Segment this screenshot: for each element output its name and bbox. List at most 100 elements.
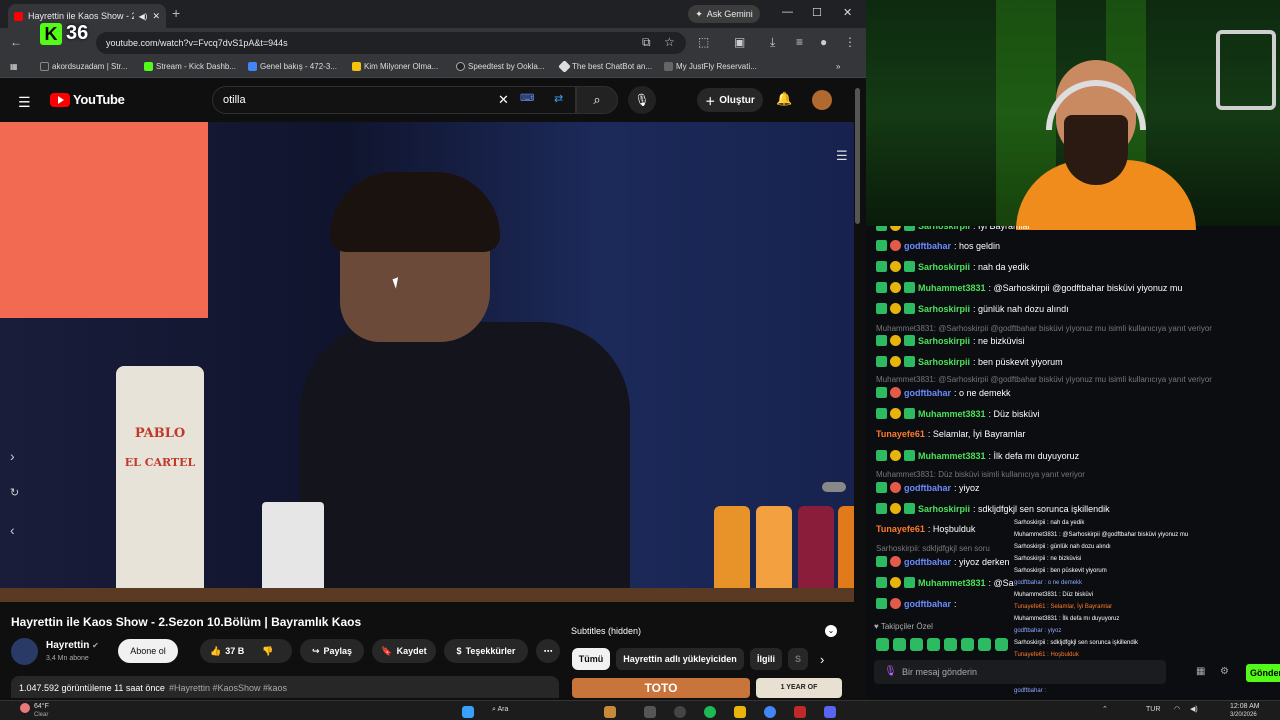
chapters-icon[interactable]: ☰: [836, 148, 848, 164]
maximize-icon[interactable]: ☐: [812, 6, 822, 19]
back-icon[interactable]: ←: [10, 35, 22, 49]
spotify-icon[interactable]: [704, 706, 716, 718]
more-actions-button[interactable]: ⋯: [536, 639, 560, 663]
profile-icon[interactable]: ●: [820, 35, 827, 49]
tray-chevron-icon[interactable]: ⌃: [1102, 705, 1108, 713]
file-explorer-icon[interactable]: [734, 706, 746, 718]
bookmark-item[interactable]: The best ChatBot an...: [558, 60, 652, 73]
video-player[interactable]: PABLO EL CARTEL ☰ › ↻ ‹: [0, 122, 854, 602]
related-video-thumbnail[interactable]: 1 YEAR OF: [756, 678, 842, 698]
chat-username[interactable]: Sarhoskirpii: [918, 226, 970, 231]
subscribe-button[interactable]: Abone ol: [118, 639, 178, 663]
chat-username[interactable]: Sarhoskirpii: [918, 504, 970, 514]
chat-message[interactable]: Sarhoskirpii: sdkljdfgkjl sen sorunca iş…: [876, 503, 1110, 514]
emote-icon[interactable]: [944, 638, 957, 651]
minimize-icon[interactable]: —: [782, 6, 793, 18]
chat-input[interactable]: Bir mesaj gönderin: [874, 660, 1166, 684]
wifi-icon[interactable]: ◠: [1174, 705, 1180, 713]
chat-message[interactable]: Sarhoskirpii: İyi Bayramlar: [876, 226, 1031, 231]
chips-next-icon[interactable]: ›: [820, 652, 824, 667]
more-bookmarks-icon[interactable]: »: [836, 62, 840, 71]
github-icon[interactable]: [674, 706, 686, 718]
close-window-icon[interactable]: ✕: [843, 6, 852, 19]
apps-icon[interactable]: ▦: [10, 62, 18, 71]
chat-username[interactable]: Tunayefe61: [876, 524, 925, 534]
like-icon[interactable]: 👍: [210, 646, 221, 657]
save-button[interactable]: 🔖 Kaydet: [372, 639, 436, 663]
chat-username[interactable]: Muhammet3831: [918, 451, 986, 461]
youtube-logo[interactable]: YouTube: [50, 92, 125, 107]
weather-temp[interactable]: 64°F: [34, 703, 49, 710]
windows-start-icon[interactable]: [462, 706, 474, 718]
bookmark-star-icon[interactable]: ☆: [664, 35, 675, 49]
voice-search-button[interactable]: 🎙: [628, 86, 656, 114]
hashtags[interactable]: #Hayrettin #KaosShow #kaos: [169, 683, 287, 693]
chat-message[interactable]: Muhammet3831: @Sa: [876, 577, 1014, 588]
emote-icon[interactable]: [961, 638, 974, 651]
chip-related[interactable]: İlgili: [750, 648, 782, 670]
tab-close-icon[interactable]: ✕: [152, 11, 160, 22]
description-box[interactable]: 1.047.592 görüntüleme 11 saat önce #Hayre…: [11, 676, 559, 698]
prev-arrow-icon[interactable]: ‹: [10, 522, 15, 538]
volume-icon[interactable]: ◀): [1190, 705, 1198, 713]
chat-message[interactable]: godftbahar: hos geldin: [876, 240, 1000, 251]
settings-gear-icon[interactable]: ⚙: [1220, 666, 1229, 677]
download-icon[interactable]: ⤓: [770, 35, 775, 50]
bookmark-item[interactable]: My JustFly Reservati...: [664, 62, 757, 71]
chip-more[interactable]: S: [788, 648, 808, 670]
page-scrollbar[interactable]: [855, 88, 860, 224]
clear-search-icon[interactable]: ✕: [498, 92, 509, 108]
autoplay-toggle[interactable]: [822, 482, 846, 492]
chat-username[interactable]: Muhammet3831: [918, 578, 986, 588]
bookmark-item[interactable]: Speedtest by Ookla...: [456, 62, 545, 71]
discord-icon[interactable]: [824, 706, 836, 718]
menu-list-icon[interactable]: ≡: [796, 35, 803, 49]
chat-message[interactable]: Sarhoskirpii: ben püskevit yiyorum: [876, 356, 1063, 367]
new-tab-button[interactable]: +: [172, 5, 180, 21]
emote-icon[interactable]: [927, 638, 940, 651]
chat-username[interactable]: Sarhoskirpii: [918, 304, 970, 314]
search-button[interactable]: ⌕: [576, 86, 618, 114]
channel-avatar[interactable]: [11, 638, 38, 665]
chat-message[interactable]: godftbahar: o ne demekk: [876, 387, 1011, 398]
account-avatar[interactable]: [812, 90, 832, 110]
task-view-icon[interactable]: [644, 706, 656, 718]
chat-username[interactable]: godftbahar: [904, 241, 951, 251]
chat-message[interactable]: godftbahar: yiyoz: [876, 482, 980, 493]
chat-message[interactable]: Sarhoskirpii: ne bizküvisi: [876, 335, 1025, 346]
replay-icon[interactable]: ↻: [10, 486, 19, 499]
extensions-icon[interactable]: ⬚: [698, 35, 709, 49]
chip-all[interactable]: Tümü: [572, 648, 610, 670]
chat-message[interactable]: godftbahar: yiyoz derken: [876, 556, 1010, 567]
chat-username[interactable]: Sarhoskirpii: [918, 336, 970, 346]
chat-message[interactable]: Sarhoskirpii: nah da yedik: [876, 261, 1029, 272]
obs-icon[interactable]: [794, 706, 806, 718]
emote-icon[interactable]: [978, 638, 991, 651]
taskbar-search[interactable]: ⌕ Ara: [492, 706, 508, 714]
clock-time[interactable]: 12:08 AM: [1230, 703, 1260, 710]
chat-username[interactable]: godftbahar: [904, 557, 951, 567]
chat-username[interactable]: Sarhoskirpii: [918, 357, 970, 367]
chat-username[interactable]: godftbahar: [904, 388, 951, 398]
emote-icon[interactable]: [893, 638, 906, 651]
chat-message[interactable]: Tunayefe61: Selamlar, İyi Bayramlar: [876, 429, 1025, 439]
chat-username[interactable]: godftbahar: [904, 599, 951, 609]
bookmark-item[interactable]: Genel bakış - 472-3...: [248, 62, 337, 71]
app-icon[interactable]: [604, 706, 616, 718]
chevron-down-icon[interactable]: ⌄: [825, 625, 837, 637]
chat-message[interactable]: Sarhoskirpii: günlük nah dozu alındı: [876, 303, 1069, 314]
chat-message[interactable]: Tunayefe61: Hoşbulduk: [876, 524, 975, 534]
next-arrow-icon[interactable]: ›: [10, 448, 15, 464]
subtitles-row[interactable]: Subtitles (hidden) ⌄: [571, 622, 841, 640]
chat-message[interactable]: Muhammet3831: İlk defa mı duyuyoruz: [876, 450, 1079, 461]
speaker-icon[interactable]: ◀): [139, 12, 148, 21]
create-button[interactable]: ＋ Oluştur: [697, 88, 763, 112]
thanks-button[interactable]: $ Teşekkürler: [444, 639, 528, 663]
emote-icon[interactable]: [876, 638, 889, 651]
bookmark-item[interactable]: Kim Milyoner Olma...: [352, 62, 438, 71]
bookmark-item[interactable]: Stream - Kick Dashb...: [144, 62, 236, 71]
chrome-icon[interactable]: [764, 706, 776, 718]
ask-gemini-button[interactable]: ✦ Ask Gemini: [688, 5, 760, 23]
chat-username[interactable]: Tunayefe61: [876, 429, 925, 439]
translate-icon[interactable]: ⇄: [554, 92, 563, 105]
